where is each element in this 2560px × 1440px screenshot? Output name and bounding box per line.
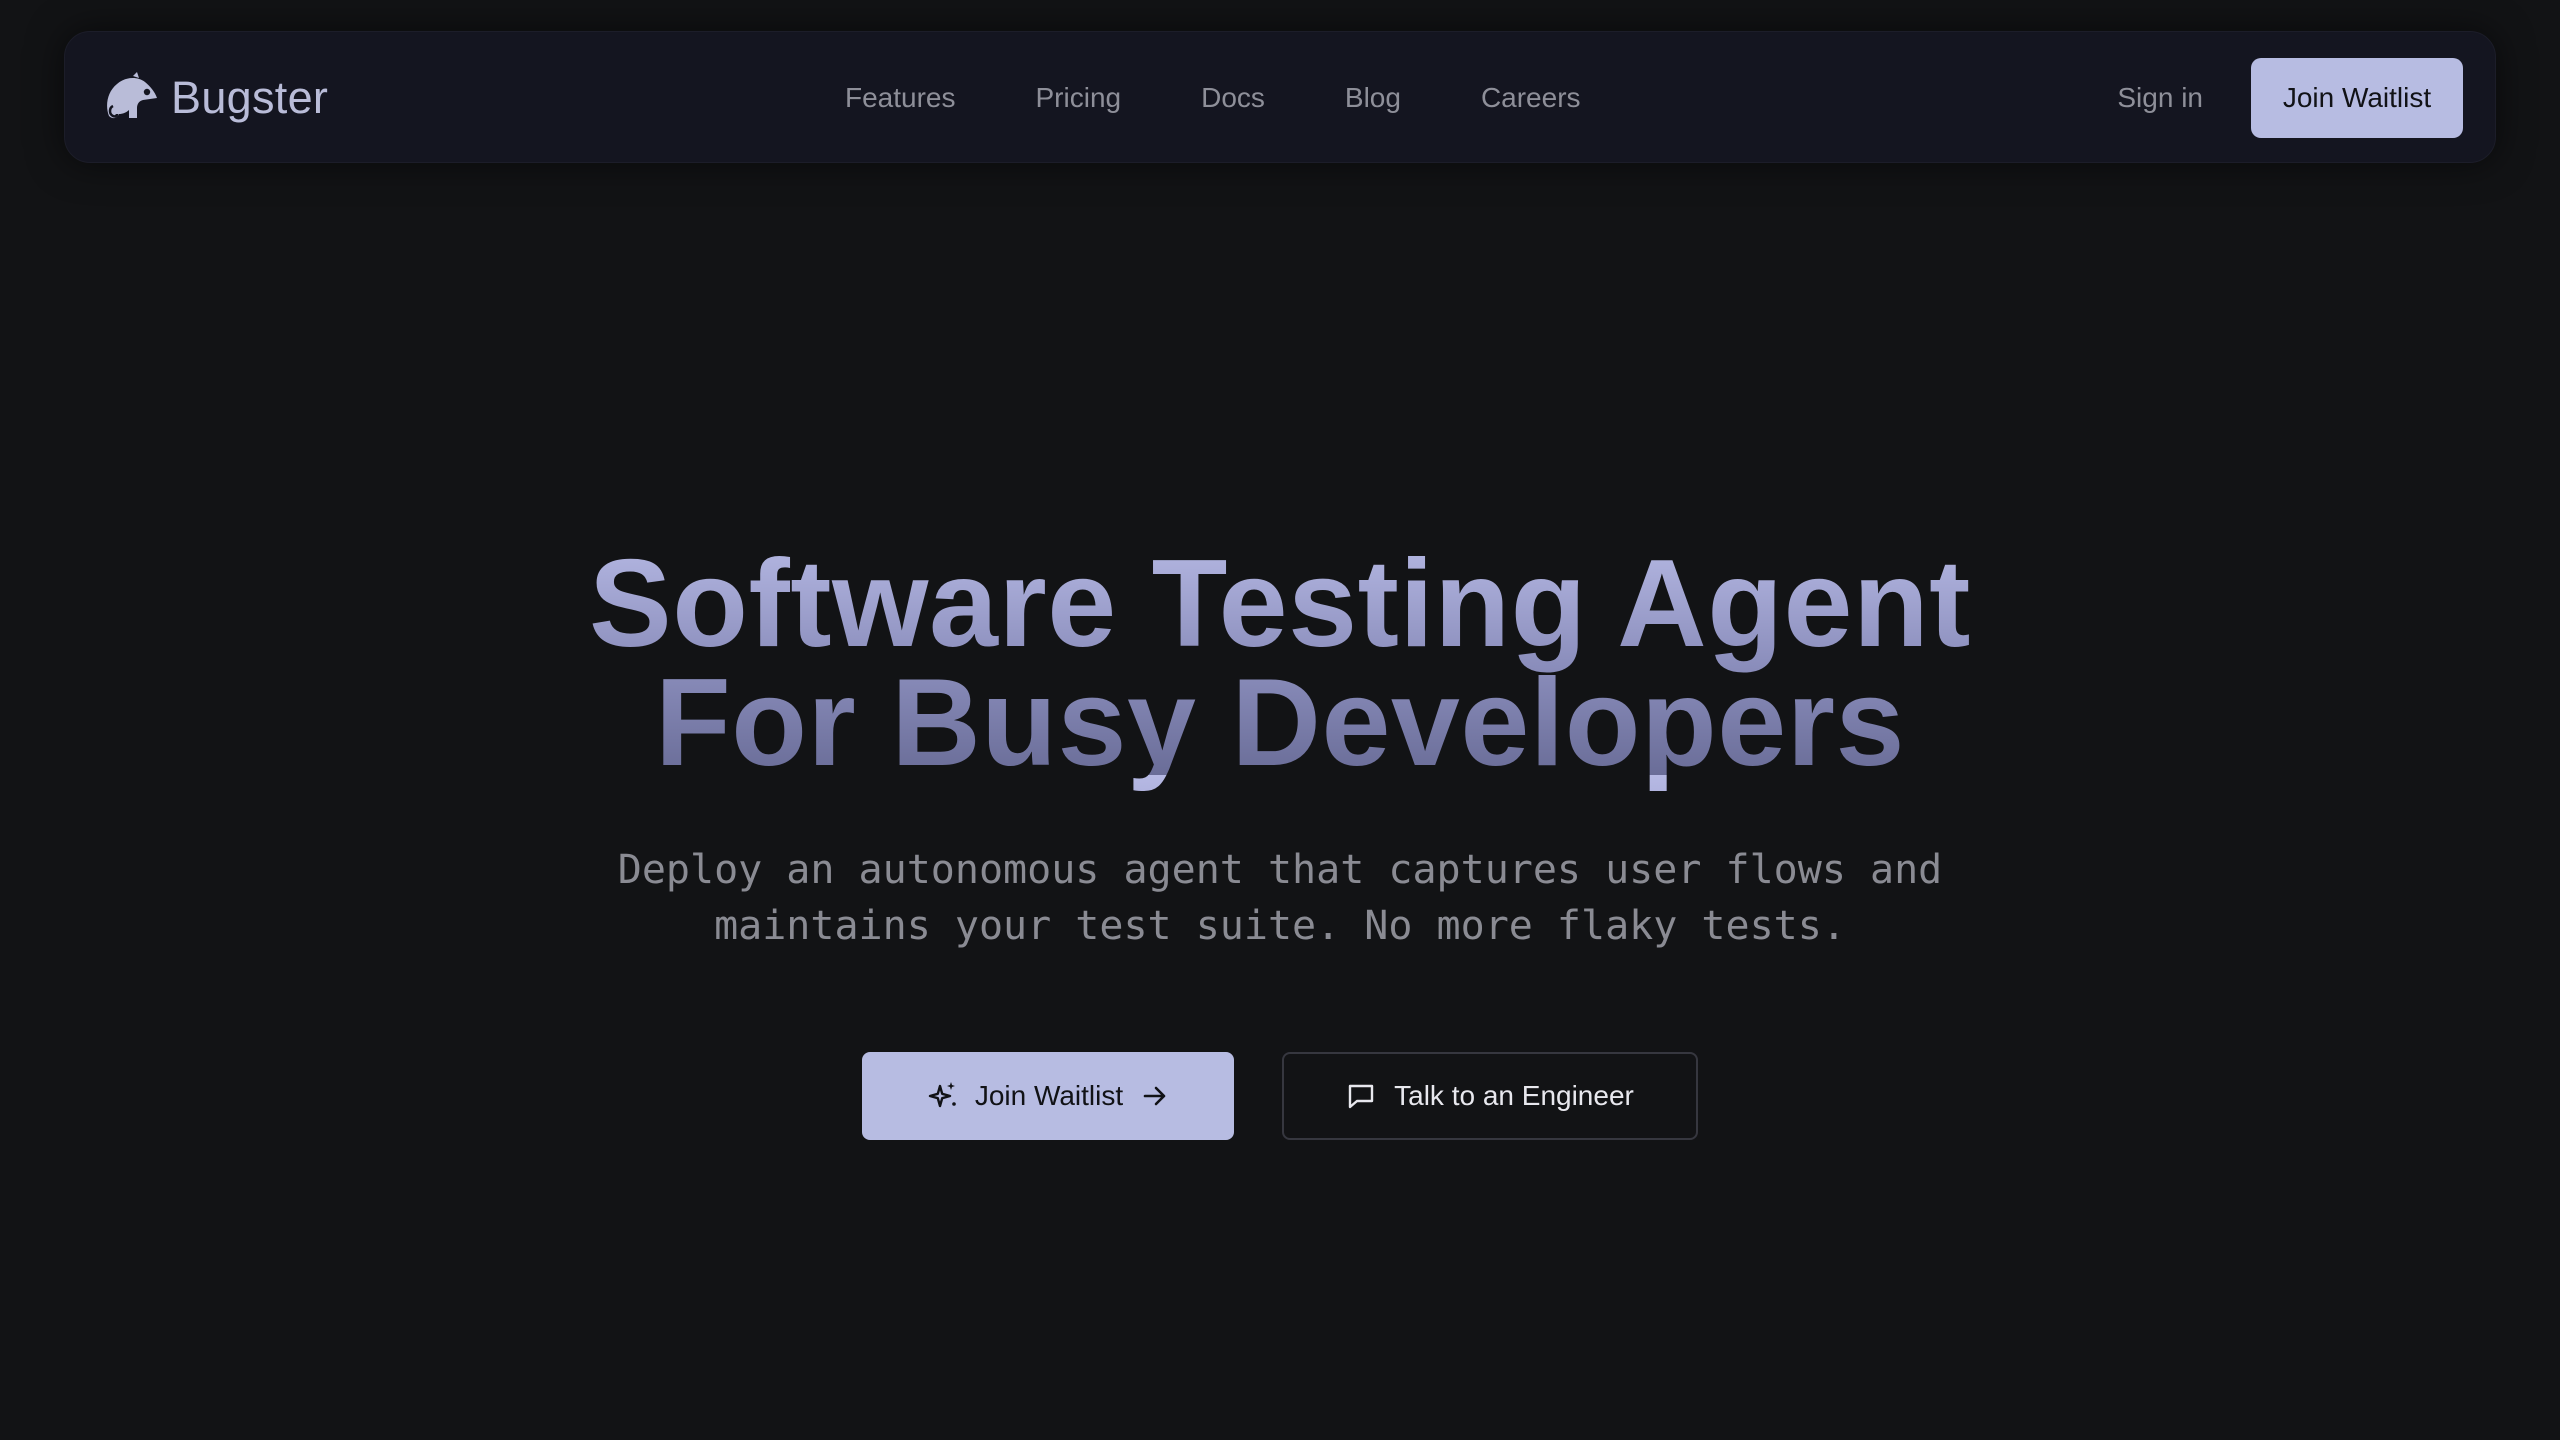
hero-title-line-1: Software Testing Agent <box>589 535 1971 673</box>
navbar: Bugster Features Pricing Docs Blog Caree… <box>64 31 2496 163</box>
arrow-right-icon <box>1141 1082 1169 1110</box>
hero-cta-row: Join Waitlist Talk to an Engineer <box>0 1052 2560 1140</box>
sign-in-link[interactable]: Sign in <box>2117 82 2203 114</box>
nav-join-waitlist-button[interactable]: Join Waitlist <box>2251 58 2463 138</box>
nav-link-blog[interactable]: Blog <box>1345 82 1401 114</box>
nav-actions: Sign in Join Waitlist <box>2117 32 2463 164</box>
nav-links: Features Pricing Docs Blog Careers <box>845 32 1581 164</box>
hero-subtitle-line-1: Deploy an autonomous agent that captures… <box>617 847 1943 893</box>
hero-subtitle-line-2: maintains your test suite. No more flaky… <box>714 903 1846 949</box>
nav-link-docs[interactable]: Docs <box>1201 82 1265 114</box>
chat-bubble-icon <box>1346 1081 1376 1111</box>
hero-subtitle: Deploy an autonomous agent that captures… <box>0 842 2560 954</box>
hero-title: Software Testing Agent For Busy Develope… <box>0 542 2560 785</box>
hero-join-waitlist-label: Join Waitlist <box>974 1080 1124 1111</box>
nav-link-careers[interactable]: Careers <box>1481 82 1581 114</box>
talk-to-engineer-label: Talk to an Engineer <box>1394 1080 1634 1111</box>
landing-page: Bugster Features Pricing Docs Blog Caree… <box>0 0 2560 1440</box>
nav-link-pricing[interactable]: Pricing <box>1036 82 1122 114</box>
nav-link-features[interactable]: Features <box>845 82 956 114</box>
brand-logo-link[interactable]: Bugster <box>103 32 328 164</box>
talk-to-engineer-button[interactable]: Talk to an Engineer <box>1282 1052 1698 1140</box>
sparkle-icon <box>927 1080 959 1112</box>
hero-title-line-2: For Busy Developers <box>655 654 1905 792</box>
hero-join-waitlist-button[interactable]: Join Waitlist <box>862 1052 1234 1140</box>
brand-name: Bugster <box>171 72 329 123</box>
chameleon-icon <box>103 72 163 124</box>
